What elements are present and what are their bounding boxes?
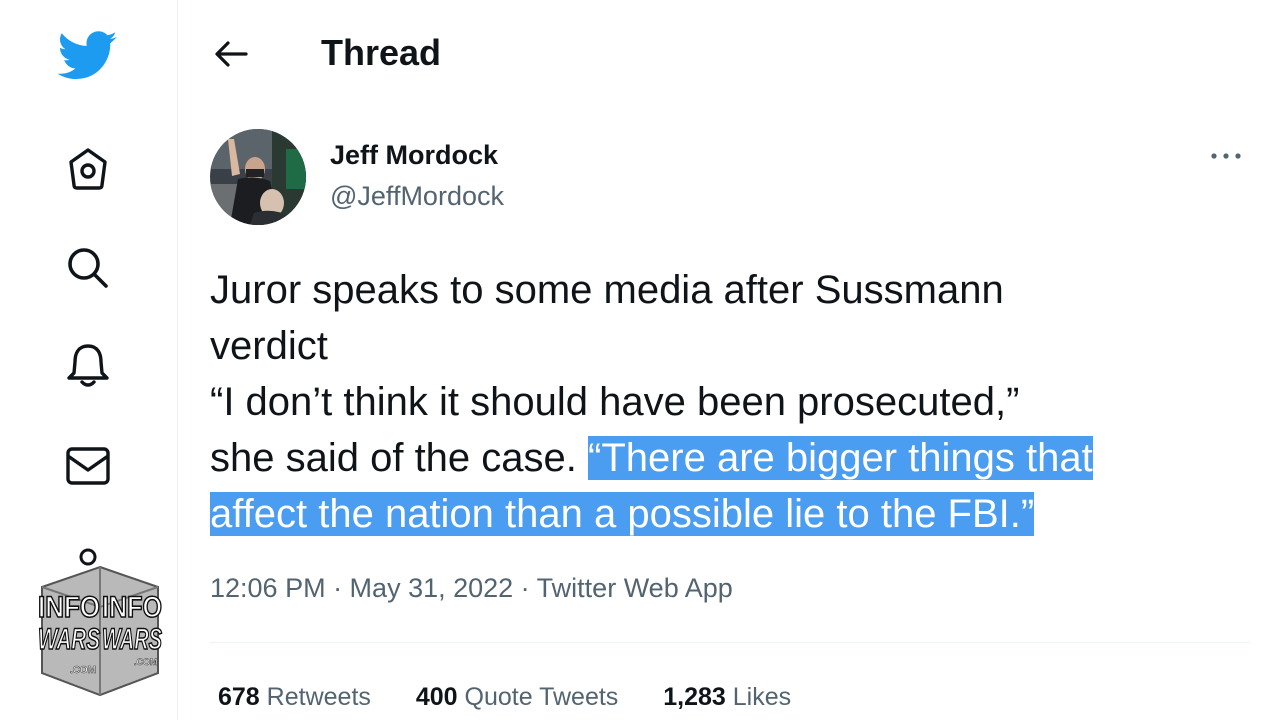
tweet-line: Juror speaks to some media after Sussman… [210,268,1004,312]
likes-label: Likes [732,683,792,711]
tweet-line: verdict [210,324,328,368]
retweets-count: 678 [218,683,260,711]
svg-text:.COM: .COM [134,657,158,667]
retweets-label: Retweets [266,683,371,711]
infowars-logo: INFO INFO WARS WARS .COM .COM [37,548,163,697]
quotes-label: Quote Tweets [464,683,619,711]
twitter-bird-icon[interactable] [58,30,118,82]
quote-tweets-stat[interactable]: 400 Quote Tweets [416,683,618,711]
svg-text:.COM: .COM [70,665,96,676]
likes-stat[interactable]: 1,283 Likes [663,683,791,711]
quotes-count: 400 [415,683,458,711]
sidebar-divider [177,0,178,720]
avatar[interactable] [210,129,306,225]
mail-icon[interactable] [64,444,112,488]
tweet-text: Juror speaks to some media after Sussman… [210,262,1260,542]
tweet-meta[interactable]: 12:06 PM · May 31, 2022 · Twitter Web Ap… [210,573,733,604]
page-title: Thread [321,32,442,73]
divider [210,642,1250,643]
highlighted-text: “There are bigger things that [588,436,1093,480]
svg-text:INFO: INFO [38,591,100,624]
svg-text:INFO: INFO [102,591,162,624]
tweet-line: she said of the case. [210,436,589,480]
home-icon[interactable] [64,145,112,193]
tweet-stats: 678 Retweets 400 Quote Tweets 1,283 Like… [218,683,829,712]
back-arrow-icon[interactable] [212,36,252,72]
sidebar: INFO INFO WARS WARS .COM .COM [0,0,178,720]
svg-text:WARS: WARS [38,623,100,656]
bell-icon[interactable] [63,340,113,390]
likes-count: 1,283 [663,683,726,711]
search-icon[interactable] [63,243,113,293]
more-icon[interactable] [1208,146,1244,166]
highlighted-text: affect the nation than a possible lie to… [210,492,1035,536]
tweet-line: “I don’t think it should have been prose… [210,380,1020,424]
svg-text:WARS: WARS [102,623,162,656]
retweets-stat[interactable]: 678 Retweets [218,683,371,711]
author-handle[interactable]: @JeffMordock [330,181,504,212]
author-name[interactable]: Jeff Mordock [330,140,498,171]
